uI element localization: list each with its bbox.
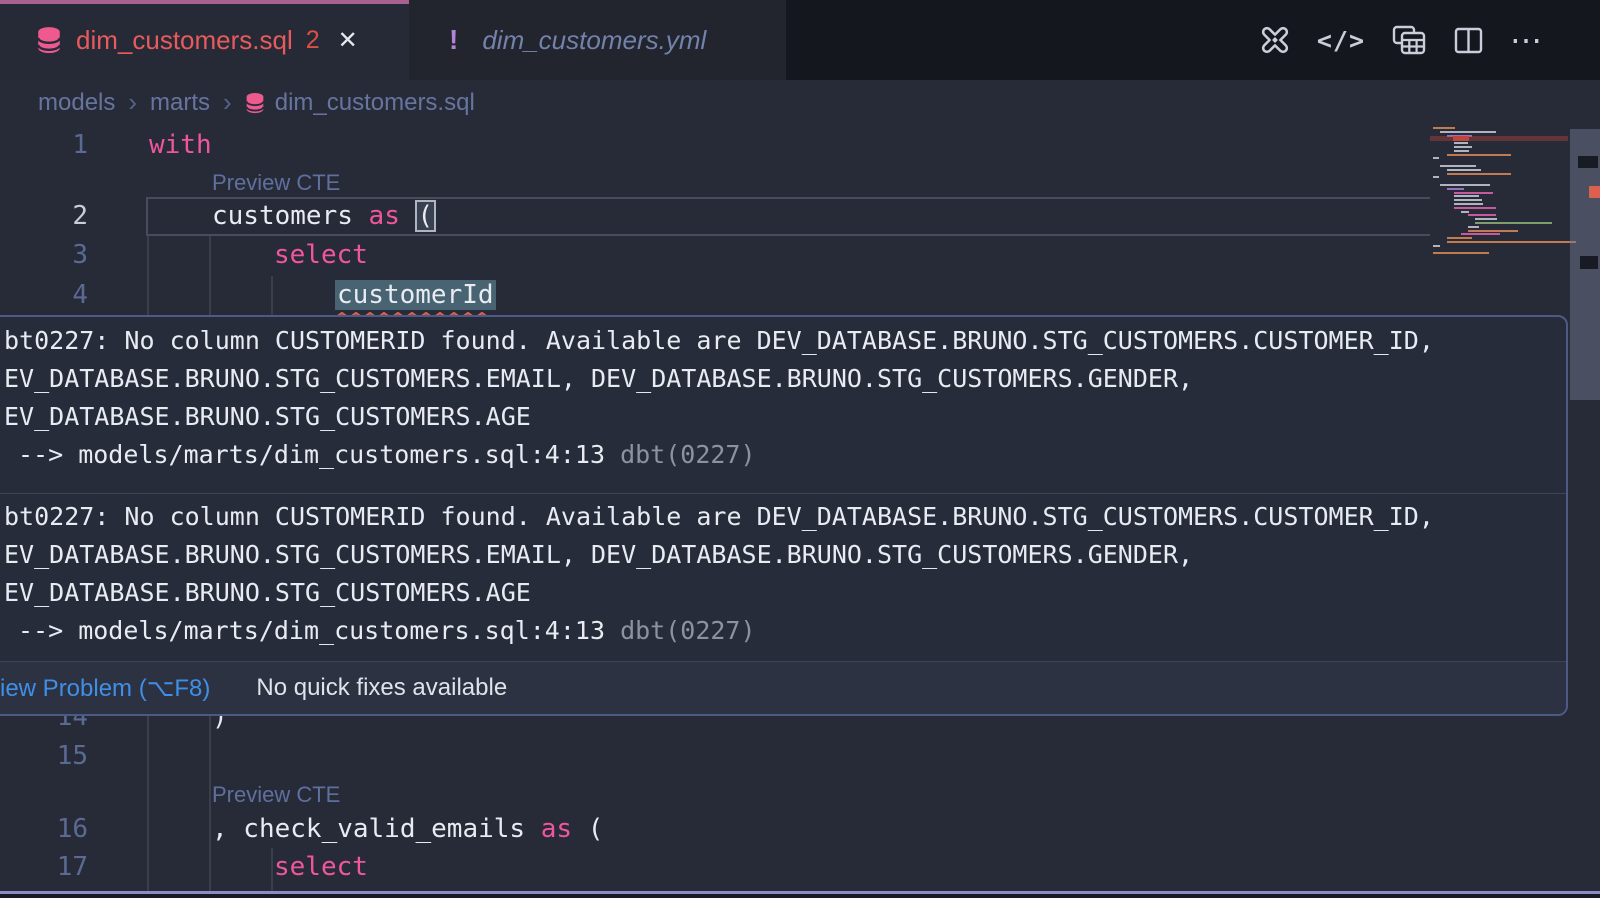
error-location-line: --> models/marts/dim_customers.sql:4:13 …: [18, 436, 756, 474]
chevron-right-icon: ›: [128, 87, 137, 118]
error-source: dbt(0227): [605, 616, 756, 645]
code-line: 16 , check_valid_emails as (: [0, 810, 1430, 849]
text-cursor: (: [416, 201, 436, 231]
error-message-line: bt0227: No column CUSTOMERID found. Avai…: [4, 322, 1434, 360]
minimap-error-line: [1430, 136, 1568, 141]
code-token: select: [274, 240, 368, 270]
scrollbar-error-mark: [1589, 186, 1600, 198]
code-token: customers: [212, 201, 369, 231]
code-token: as: [369, 201, 400, 231]
close-icon[interactable]: ✕: [338, 26, 358, 55]
line-number: 2: [0, 197, 88, 236]
error-message-line: EV_DATABASE.BRUNO.STG_CUSTOMERS.AGE: [4, 398, 531, 436]
line-number: 15: [0, 737, 88, 776]
breadcrumb-models[interactable]: models: [38, 89, 115, 117]
code-line: 3 select: [0, 236, 1430, 275]
editor-actions: </> ⋯: [1259, 0, 1542, 80]
line-number: 3: [0, 236, 88, 275]
line-number: 1: [0, 126, 88, 165]
tooltip-divider: [0, 493, 1566, 494]
error-message-line: EV_DATABASE.BRUNO.STG_CUSTOMERS.AGE: [4, 574, 531, 612]
query-results-icon[interactable]: [1391, 24, 1427, 57]
line-number: 17: [0, 848, 88, 887]
error-message-line: bt0227: No column CUSTOMERID found. Avai…: [4, 498, 1434, 536]
database-icon: [36, 26, 62, 54]
more-actions-icon[interactable]: ⋯: [1510, 25, 1542, 55]
scrollbar-decoration: [1578, 156, 1598, 168]
chevron-right-icon: ›: [223, 87, 232, 118]
tab-dim-customers-yml[interactable]: ! dim_customers.yml: [409, 0, 786, 80]
tab-bar: dim_customers.sql 2 ✕ ! dim_customers.ym…: [0, 0, 1600, 80]
code-line: 2 customers as (: [0, 197, 1430, 236]
code-token: (: [572, 814, 603, 844]
panel-edge: [0, 894, 1600, 898]
tab-title: dim_customers.yml: [482, 25, 706, 56]
tab-problem-count: 2: [306, 26, 320, 55]
code-preview-icon[interactable]: </>: [1317, 26, 1365, 55]
error-squiggle: [335, 307, 493, 315]
view-problem-link[interactable]: iew Problem (⌥F8): [0, 674, 210, 703]
code-token: with: [149, 130, 212, 160]
scrollbar-thumb[interactable]: [1570, 129, 1600, 400]
code-line: 1 with: [0, 126, 1430, 165]
error-hover-tooltip: bt0227: No column CUSTOMERID found. Avai…: [0, 315, 1568, 716]
database-icon: [245, 92, 265, 114]
code-line: 17 select: [0, 848, 1430, 887]
split-editor-icon[interactable]: [1453, 25, 1484, 56]
tab-title: dim_customers.sql: [76, 25, 293, 56]
breadcrumb-file[interactable]: dim_customers.sql: [275, 89, 475, 117]
code-line: 4 customerId: [0, 276, 1430, 315]
no-quick-fixes-text: No quick fixes available: [256, 674, 507, 702]
error-source: dbt(0227): [605, 440, 756, 469]
warning-icon: !: [449, 24, 458, 56]
code-token: as: [541, 814, 572, 844]
selected-word: customerId: [335, 280, 496, 310]
code-token: [400, 201, 416, 231]
error-message-line: EV_DATABASE.BRUNO.STG_CUSTOMERS.EMAIL, D…: [4, 536, 1193, 574]
code-token: select: [274, 852, 368, 882]
breadcrumb-marts[interactable]: marts: [150, 89, 210, 117]
line-number: 4: [0, 276, 88, 315]
tab-dim-customers-sql[interactable]: dim_customers.sql 2 ✕: [0, 0, 409, 80]
codelens-preview-cte[interactable]: Preview CTE: [212, 166, 340, 199]
scrollbar-decoration: [1580, 256, 1598, 269]
error-message-line: EV_DATABASE.BRUNO.STG_CUSTOMERS.EMAIL, D…: [4, 360, 1193, 398]
error-location-line: --> models/marts/dim_customers.sql:4:13 …: [18, 612, 756, 650]
scrollbar: [1570, 125, 1600, 891]
line-number: 16: [0, 810, 88, 849]
breadcrumb: models › marts › dim_customers.sql: [0, 80, 1600, 125]
code-line: 15: [0, 737, 1430, 776]
code-token: , check_valid_emails: [212, 814, 541, 844]
dbt-icon[interactable]: [1259, 24, 1291, 56]
vscode-editor-window: dim_customers.sql 2 ✕ ! dim_customers.ym…: [0, 0, 1600, 898]
tooltip-status-bar: iew Problem (⌥F8) No quick fixes availab…: [0, 662, 1566, 714]
codelens-preview-cte[interactable]: Preview CTE: [212, 778, 340, 811]
